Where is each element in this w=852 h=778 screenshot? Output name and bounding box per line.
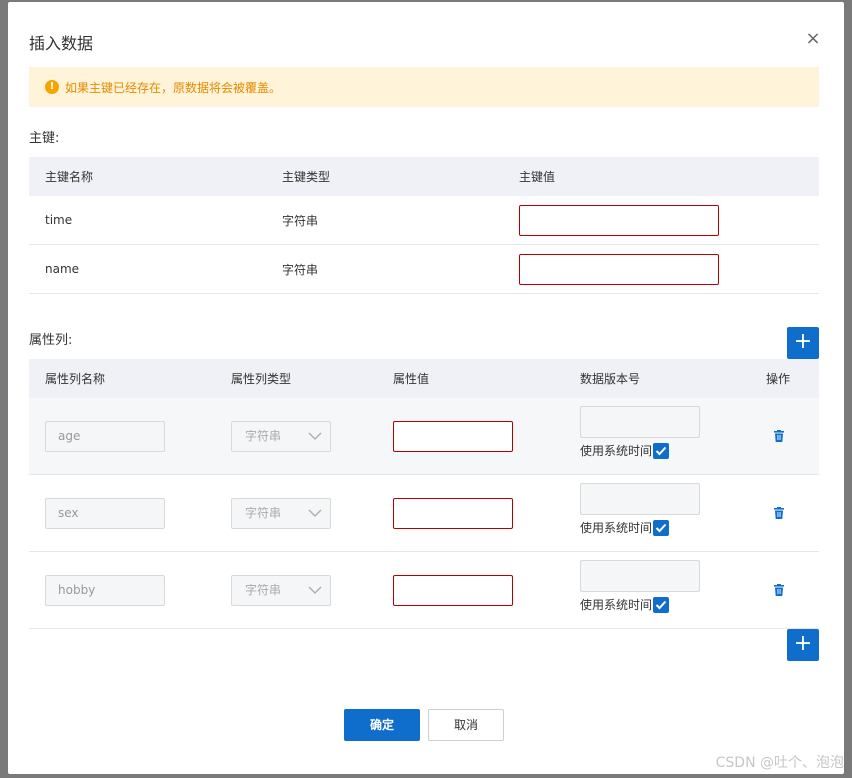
cancel-button[interactable]: 取消 xyxy=(428,709,504,741)
header-attr-name: 属性列名称 xyxy=(45,372,106,386)
close-icon[interactable]: × xyxy=(804,30,822,48)
key-name: time xyxy=(45,213,73,227)
header-attr-value: 属性值 xyxy=(393,372,430,386)
key-name: name xyxy=(45,262,80,276)
table-row: name 字符串 xyxy=(29,245,819,294)
table-row: hobby 字符串 使用系统时间 xyxy=(29,552,819,629)
table-row: sex 字符串 使用系统时间 xyxy=(29,475,819,552)
attr-value-input[interactable] xyxy=(393,420,513,452)
key-value-input[interactable] xyxy=(519,253,719,285)
attr-name-input[interactable]: age xyxy=(45,420,165,452)
trash-icon[interactable] xyxy=(773,584,785,596)
chevron-down-icon xyxy=(308,432,322,440)
use-system-time-label: 使用系统时间 xyxy=(580,598,653,612)
add-attribute-button-bottom[interactable]: + xyxy=(787,629,819,661)
attribute-section-label: 属性列: xyxy=(29,333,73,348)
warning-icon: ! xyxy=(45,80,59,94)
confirm-button[interactable]: 确定 xyxy=(344,709,420,741)
primary-key-table-header: 主键名称 主键类型 主键值 xyxy=(29,157,819,196)
watermark: CSDN @吐个、泡泡 xyxy=(715,755,844,771)
version-cell: 使用系统时间 xyxy=(580,560,700,613)
attr-name-input[interactable]: sex xyxy=(45,497,165,529)
table-row: time 字符串 xyxy=(29,196,819,245)
attr-type-value: 字符串 xyxy=(245,428,282,443)
table-row: age 字符串 使用系统时间 xyxy=(29,398,819,475)
version-cell: 使用系统时间 xyxy=(580,483,700,536)
version-input[interactable] xyxy=(580,560,700,592)
header-key-type: 主键类型 xyxy=(282,170,331,184)
use-system-time-checkbox[interactable] xyxy=(653,519,670,536)
use-system-time-label: 使用系统时间 xyxy=(580,521,653,535)
attr-type-select[interactable]: 字符串 xyxy=(231,420,331,452)
header-attr-version: 数据版本号 xyxy=(580,372,641,386)
insert-data-dialog: 插入数据 × ! 如果主键已经存在，原数据将会被覆盖。 主键: 主键名称 主键类… xyxy=(8,2,844,774)
check-icon xyxy=(655,523,667,532)
trash-icon[interactable] xyxy=(773,507,785,519)
header-key-value: 主键值 xyxy=(519,170,556,184)
attr-type-select[interactable]: 字符串 xyxy=(231,574,331,606)
key-type: 字符串 xyxy=(282,262,319,277)
key-value-input[interactable] xyxy=(519,204,719,236)
version-input[interactable] xyxy=(580,483,700,515)
attr-type-value: 字符串 xyxy=(245,505,282,520)
trash-icon[interactable] xyxy=(773,430,785,442)
attr-name-input[interactable]: hobby xyxy=(45,574,165,606)
use-system-time-checkbox[interactable] xyxy=(653,596,670,613)
header-key-name: 主键名称 xyxy=(45,170,94,184)
check-icon xyxy=(655,600,667,609)
use-system-time-label: 使用系统时间 xyxy=(580,444,653,458)
version-input[interactable] xyxy=(580,406,700,438)
attr-value-input[interactable] xyxy=(393,574,513,606)
attr-type-value: 字符串 xyxy=(245,582,282,597)
primary-key-table: 主键名称 主键类型 主键值 time 字符串 name 字符串 xyxy=(29,157,819,294)
attribute-table: 属性列名称 属性列类型 属性值 数据版本号 操作 age 字符串 使用系统时间 xyxy=(29,359,819,629)
attr-type-select[interactable]: 字符串 xyxy=(231,497,331,529)
header-attr-action: 操作 xyxy=(766,372,791,386)
dialog-title: 插入数据 xyxy=(29,34,94,53)
chevron-down-icon xyxy=(308,509,322,517)
use-system-time-checkbox[interactable] xyxy=(653,442,670,459)
header-attr-type: 属性列类型 xyxy=(231,372,292,386)
primary-key-section-label: 主键: xyxy=(29,131,60,146)
add-attribute-button-top[interactable]: + xyxy=(787,327,819,359)
attr-value-input[interactable] xyxy=(393,497,513,529)
check-icon xyxy=(655,446,667,455)
version-cell: 使用系统时间 xyxy=(580,406,700,459)
attribute-table-header: 属性列名称 属性列类型 属性值 数据版本号 操作 xyxy=(29,359,819,398)
warning-alert: ! 如果主键已经存在，原数据将会被覆盖。 xyxy=(29,67,819,107)
key-type: 字符串 xyxy=(282,213,319,228)
warning-text: 如果主键已经存在，原数据将会被覆盖。 xyxy=(65,80,282,95)
chevron-down-icon xyxy=(308,586,322,594)
